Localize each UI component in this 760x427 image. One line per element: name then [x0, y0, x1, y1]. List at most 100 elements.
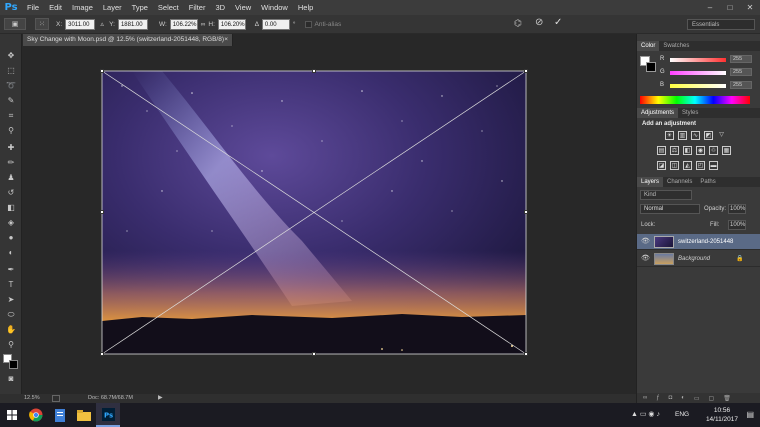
system-tray-icons[interactable]: ▲ ▭ ◉ ♪ — [631, 410, 660, 418]
transform-handle-left[interactable] — [100, 210, 104, 214]
menu-layer[interactable]: Layer — [98, 0, 127, 15]
cancel-transform-icon[interactable]: ⊘ — [535, 17, 543, 28]
marquee-tool-icon[interactable]: ⬚ — [4, 65, 18, 77]
clone-stamp-icon[interactable]: ♟ — [4, 172, 18, 184]
zoom-tool-icon[interactable]: ⚲ — [4, 339, 18, 351]
y-field[interactable]: 1881.00 p — [117, 18, 148, 39]
link-icon[interactable]: ∞ — [201, 21, 206, 28]
background-color-swatch[interactable] — [9, 360, 18, 369]
maximize-button[interactable]: □ — [720, 0, 740, 15]
transform-handle-top[interactable] — [312, 69, 316, 73]
workspace-selector[interactable]: Essentials — [687, 19, 755, 30]
minimize-button[interactable]: – — [700, 0, 720, 15]
red-value[interactable]: 255 — [730, 55, 752, 63]
menu-window[interactable]: Window — [256, 0, 293, 15]
opacity-field[interactable]: 100% — [728, 204, 746, 214]
commit-transform-icon[interactable]: ✓ — [554, 17, 562, 28]
menu-select[interactable]: Select — [153, 0, 184, 15]
transform-handle-top-left[interactable] — [100, 69, 104, 73]
antialias-checkbox[interactable] — [304, 20, 312, 28]
close-document-icon[interactable]: × — [224, 34, 228, 46]
history-brush-icon[interactable]: ↺ — [4, 187, 18, 199]
delta-icon[interactable]: ▵ — [98, 18, 106, 30]
quick-mask-icon[interactable]: ◙ — [4, 373, 18, 385]
transform-handle-bottom[interactable] — [312, 352, 316, 356]
transform-handle-bottom-right[interactable] — [524, 352, 528, 356]
language-indicator[interactable]: ENG — [675, 411, 689, 418]
menu-image[interactable]: Image — [67, 0, 98, 15]
zoom-level[interactable]: 12.5% — [24, 394, 40, 403]
document-app-icon[interactable] — [48, 403, 72, 427]
tool-preset-icon[interactable]: ▣ — [4, 18, 26, 30]
tab-paths[interactable]: Paths — [696, 177, 719, 187]
blue-slider[interactable] — [670, 84, 726, 88]
menu-file[interactable]: File — [22, 0, 44, 15]
eraser-tool-icon[interactable]: ◧ — [4, 202, 18, 214]
menu-edit[interactable]: Edit — [44, 0, 67, 15]
blend-mode-select[interactable]: Normal — [640, 204, 700, 214]
color-spectrum-bar[interactable] — [640, 96, 750, 104]
status-menu-arrow-icon[interactable]: ▶ — [158, 394, 163, 403]
transform-handle-top-right[interactable] — [524, 69, 528, 73]
gradient-map-icon[interactable]: ▬ — [709, 161, 718, 170]
warp-mode-icon[interactable]: ⌬ — [514, 18, 522, 29]
new-layer-icon[interactable]: ▢ — [709, 395, 715, 402]
tab-color[interactable]: Color — [637, 41, 660, 51]
transform-handle-bottom-left[interactable] — [100, 352, 104, 356]
curves-icon[interactable]: ∿ — [691, 131, 700, 140]
tab-swatches[interactable]: Swatches — [659, 41, 693, 51]
lasso-tool-icon[interactable]: ➰ — [4, 80, 18, 92]
adjustment-layer-icon[interactable]: ◐ — [681, 395, 685, 401]
tab-channels[interactable]: Channels — [663, 177, 696, 187]
file-explorer-icon[interactable] — [72, 403, 96, 427]
black-white-icon[interactable]: ◧ — [683, 146, 692, 155]
tab-layers[interactable]: Layers — [637, 177, 664, 187]
taskbar-clock[interactable]: 10:56 14/11/2017 — [706, 406, 738, 424]
eyedropper-tool-icon[interactable]: ⚲ — [4, 125, 18, 137]
height-field[interactable]: 106.20% — [217, 18, 246, 30]
photoshop-taskbar-icon[interactable]: Ps — [96, 403, 120, 427]
transform-handle-right[interactable] — [524, 210, 528, 214]
healing-brush-icon[interactable]: ✚ — [4, 142, 18, 154]
menu-help[interactable]: Help — [293, 0, 318, 15]
width-field[interactable]: 106.22% — [169, 18, 198, 30]
x-field[interactable]: 3011.00 p — [65, 18, 96, 39]
path-selection-icon[interactable]: ➤ — [4, 294, 18, 306]
delete-layer-icon[interactable]: 🗑 — [723, 395, 731, 402]
menu-type[interactable]: Type — [127, 0, 153, 15]
blue-value[interactable]: 255 — [730, 81, 752, 89]
panel-background-swatch[interactable] — [646, 62, 656, 72]
layer-name[interactable]: switzerland-2051448 — [678, 234, 733, 250]
menu-filter[interactable]: Filter — [184, 0, 211, 15]
tab-adjustments[interactable]: Adjustments — [637, 108, 679, 118]
document-tab[interactable]: Sky Change with Moon.psd @ 12.5% (switze… — [23, 34, 233, 46]
type-tool-icon[interactable]: T — [4, 279, 18, 291]
reference-point-icon[interactable]: ⁙ — [35, 18, 49, 30]
close-button[interactable]: ✕ — [740, 0, 760, 15]
levels-icon[interactable]: ▥ — [678, 131, 687, 140]
angle-field[interactable]: 0.00 — [261, 18, 290, 30]
layer-name[interactable]: Background — [678, 251, 710, 267]
color-lookup-icon[interactable]: ▦ — [722, 146, 731, 155]
export-icon[interactable] — [52, 395, 60, 402]
fill-field[interactable]: 100% — [728, 220, 746, 230]
green-slider[interactable] — [670, 71, 726, 75]
chrome-icon[interactable] — [24, 403, 48, 427]
move-tool-icon[interactable]: ✥ — [4, 50, 18, 62]
exposure-icon[interactable]: ◩ — [704, 131, 713, 140]
green-value[interactable]: 255 — [730, 68, 752, 76]
layer-row-background[interactable]: 👁 Background 🔒 — [637, 251, 760, 267]
hue-saturation-icon[interactable]: ▤ — [657, 146, 666, 155]
posterize-icon[interactable]: ◫ — [670, 161, 679, 170]
paint-bucket-icon[interactable]: ◈ — [4, 217, 18, 229]
visibility-eye-icon[interactable]: 👁 — [641, 251, 650, 267]
visibility-eye-icon[interactable]: 👁 — [641, 234, 650, 250]
brush-tool-icon[interactable]: ✏ — [4, 157, 18, 169]
channel-mixer-icon[interactable]: ♲ — [709, 146, 718, 155]
vibrance-icon[interactable]: ▽ — [717, 131, 726, 140]
link-layers-icon[interactable]: ∞ — [643, 395, 647, 401]
action-center-icon[interactable]: ▤ — [746, 410, 754, 419]
tab-styles[interactable]: Styles — [678, 108, 702, 118]
pen-tool-icon[interactable]: ✒ — [4, 264, 18, 276]
red-slider[interactable] — [670, 58, 726, 62]
